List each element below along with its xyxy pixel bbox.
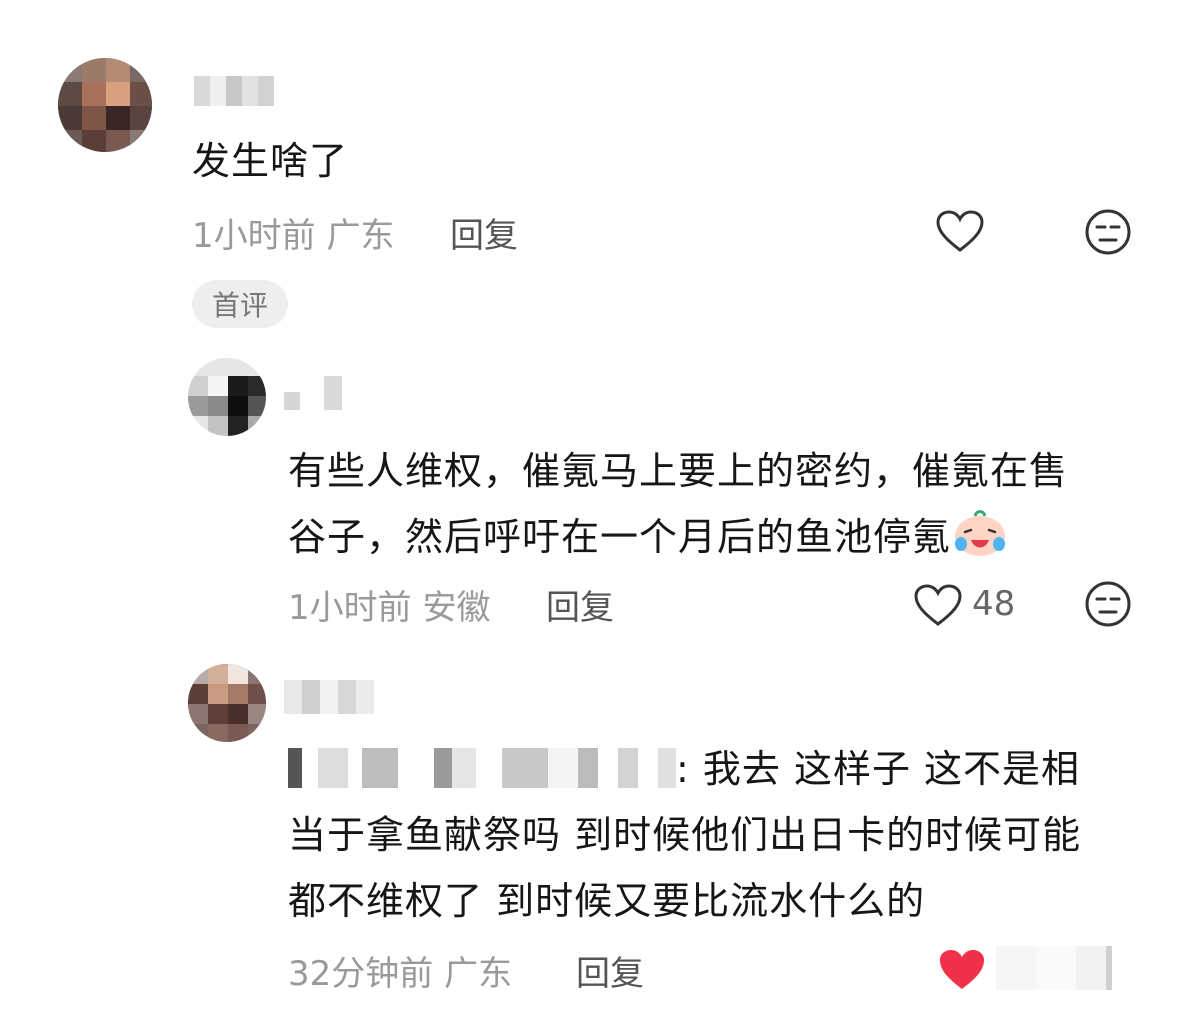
heart-icon[interactable]: [914, 584, 962, 628]
quoted-user-redacted: [288, 748, 676, 788]
reply-button[interactable]: 回复: [576, 946, 644, 995]
like-count-redacted: [996, 946, 1112, 990]
like-count: 48: [972, 584, 1016, 624]
avatar[interactable]: [58, 58, 152, 152]
unamused-face-icon[interactable]: [1084, 208, 1132, 256]
comment-meta: 32分钟前 广东: [288, 954, 513, 994]
comment-text: 发生啥了: [192, 139, 349, 183]
avatar[interactable]: [188, 664, 266, 742]
comment-text: : 我去 这样子 这不是相 当于拿鱼献祭吗 到时候他们出日卡的时候可能 都不维权…: [288, 747, 1082, 923]
heart-filled-icon[interactable]: [938, 948, 986, 992]
laugh-cry-emoji: [955, 510, 1006, 556]
reply-button[interactable]: 回复: [546, 580, 614, 629]
comment-meta: 1小时前 广东: [192, 216, 395, 256]
first-comment-badge: 首评: [192, 280, 288, 328]
comment-text: 有些人维权，催氪马上要上的密约，催氪在售 谷子，然后呼吁在一个月后的鱼池停氪: [288, 449, 1069, 559]
avatar[interactable]: [188, 358, 266, 436]
username-redacted[interactable]: [284, 376, 342, 410]
heart-icon[interactable]: [936, 210, 984, 254]
reply-button[interactable]: 回复: [450, 208, 518, 257]
unamused-face-icon[interactable]: [1084, 580, 1132, 628]
username-redacted[interactable]: [284, 680, 374, 714]
comment-meta: 1小时前 安徽: [288, 588, 491, 628]
username-redacted[interactable]: [194, 76, 274, 106]
